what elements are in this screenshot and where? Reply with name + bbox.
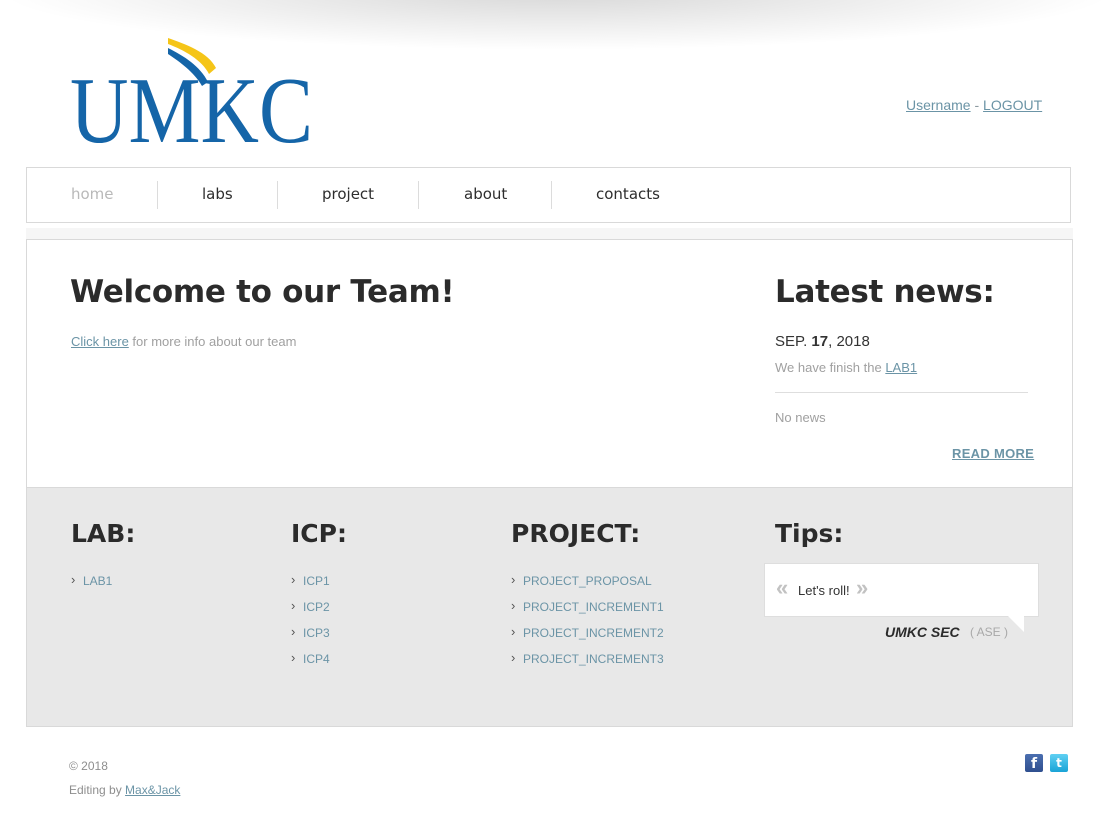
no-news-text: No news — [775, 410, 826, 425]
icp-link-1[interactable]: ICP1 — [291, 572, 330, 600]
icp-link-2[interactable]: ICP2 — [291, 598, 330, 626]
lab-links: LAB1 — [71, 572, 112, 600]
user-links-separator: - — [974, 97, 980, 113]
tip-author-role: ( ASE ) — [970, 625, 1009, 639]
copyright: © 2018 — [69, 759, 108, 773]
logout-link[interactable]: LOGOUT — [983, 97, 1042, 113]
project-link-proposal[interactable]: PROJECT_PROPOSAL — [511, 572, 664, 600]
nav-item-project[interactable]: project — [322, 168, 374, 222]
tip-author: UMKC SEC — [885, 624, 960, 640]
close-quote-icon: » — [856, 575, 869, 600]
project-link-increment2[interactable]: PROJECT_INCREMENT2 — [511, 624, 664, 652]
icp-title: ICP: — [291, 519, 347, 548]
news-date: SEP. 17, 2018 — [775, 333, 870, 350]
nav-item-about[interactable]: about — [464, 168, 507, 222]
user-links: Username - LOGOUT — [906, 97, 1042, 113]
welcome-text-body: for more info about our team — [128, 334, 297, 349]
main-nav: home labs project about contacts — [26, 167, 1071, 223]
content-top-strip — [26, 228, 1073, 239]
news-date-month: SEP. — [775, 333, 808, 350]
editing-credit: Editing by Max&Jack — [69, 783, 180, 797]
news-date-year: , 2018 — [828, 333, 870, 350]
nav-divider — [418, 181, 419, 209]
project-title: PROJECT: — [511, 519, 641, 548]
username-link[interactable]: Username — [906, 97, 971, 113]
news-divider — [775, 392, 1028, 393]
tip-text: Let's roll! — [798, 583, 850, 598]
facebook-icon[interactable]: f — [1025, 754, 1043, 772]
nav-divider — [277, 181, 278, 209]
project-link-increment1[interactable]: PROJECT_INCREMENT1 — [511, 598, 664, 626]
welcome-text: Click here for more info about our team — [71, 334, 296, 349]
news-title: Latest news: — [775, 274, 995, 310]
news-date-day: 17 — [811, 333, 829, 350]
editing-prefix: Editing by — [69, 783, 126, 797]
nav-item-labs[interactable]: labs — [202, 168, 233, 222]
lab-link-lab1[interactable]: LAB1 — [71, 572, 112, 600]
icp-links: ICP1 ICP2 ICP3 ICP4 — [291, 572, 330, 678]
open-quote-icon: « — [776, 575, 789, 600]
logo-text: UMKC — [70, 59, 313, 146]
nav-divider — [157, 181, 158, 209]
click-here-link[interactable]: Click here — [71, 334, 129, 349]
news-item-text: We have finish the LAB1 — [775, 360, 917, 375]
icp-link-3[interactable]: ICP3 — [291, 624, 330, 652]
nav-divider — [551, 181, 552, 209]
news-item-body: We have finish the — [775, 360, 886, 375]
read-more-link[interactable]: READ MORE — [952, 446, 1034, 461]
icp-link-4[interactable]: ICP4 — [291, 650, 330, 678]
project-links: PROJECT_PROPOSAL PROJECT_INCREMENT1 PROJ… — [511, 572, 664, 678]
twitter-icon[interactable]: t — [1050, 754, 1068, 772]
news-lab1-link[interactable]: LAB1 — [885, 360, 917, 375]
nav-item-home[interactable]: home — [71, 168, 114, 222]
umkc-logo[interactable]: UMKC — [70, 34, 315, 146]
project-link-increment3[interactable]: PROJECT_INCREMENT3 — [511, 650, 664, 678]
tips-title: Tips: — [775, 519, 844, 548]
tip-quote-tail — [1008, 616, 1024, 632]
lab-title: LAB: — [71, 519, 136, 548]
nav-item-contacts[interactable]: contacts — [596, 168, 660, 222]
editor-link[interactable]: Max&Jack — [125, 783, 180, 797]
welcome-title: Welcome to our Team! — [70, 274, 455, 310]
